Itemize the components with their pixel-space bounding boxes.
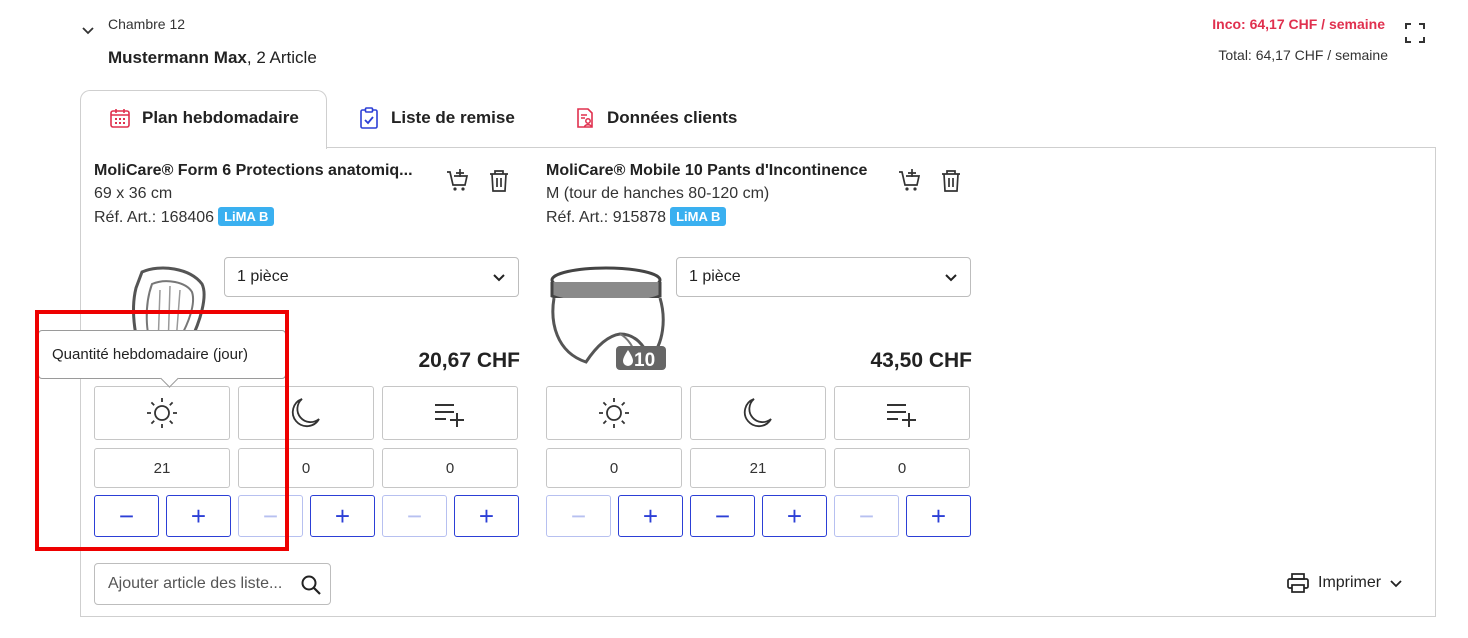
product-name: MoliCare® Form 6 Protections anatomiq... xyxy=(94,162,413,179)
minus-icon: − xyxy=(118,500,135,531)
tab-donnees-clients[interactable]: Données clients xyxy=(573,106,737,130)
search-placeholder: Ajouter article des liste... xyxy=(108,575,283,592)
product-price: 43,50 CHF xyxy=(870,349,972,372)
extra-increment-button[interactable]: + xyxy=(906,495,971,537)
day-quantity-value[interactable]: 21 xyxy=(94,448,230,488)
print-label: Imprimer xyxy=(1318,574,1382,591)
article-count: , 2 Article xyxy=(246,48,317,67)
extra-quantity-button[interactable] xyxy=(834,386,970,440)
tooltip: Quantité hebdomadaire (jour) xyxy=(38,330,286,379)
ref-text: Réf. Art.: 915878 xyxy=(546,209,667,226)
tab-liste-de-remise[interactable]: Liste de remise xyxy=(357,106,515,130)
fullscreen-icon[interactable] xyxy=(1404,22,1426,44)
day-quantity-value[interactable]: 0 xyxy=(546,448,682,488)
calendar-icon xyxy=(110,109,130,128)
extra-increment-button[interactable]: + xyxy=(454,495,519,537)
day-decrement-button[interactable]: − xyxy=(94,495,159,537)
night-decrement-button[interactable]: − xyxy=(238,495,303,537)
day-increment-button[interactable]: + xyxy=(166,495,231,537)
lima-badge: LiMA B xyxy=(670,207,727,226)
patient-name: Mustermann Max xyxy=(108,48,247,67)
client-data-icon xyxy=(577,108,593,128)
night-quantity-button[interactable] xyxy=(690,386,826,440)
plus-icon: + xyxy=(786,500,803,531)
plus-icon: + xyxy=(334,500,351,531)
list-add-icon xyxy=(435,404,464,427)
day-quantity-button[interactable] xyxy=(94,386,230,440)
day-quantity-button[interactable] xyxy=(546,386,682,440)
add-to-cart-icon[interactable] xyxy=(445,168,471,194)
extra-quantity-button[interactable] xyxy=(382,386,518,440)
night-decrement-button[interactable]: − xyxy=(690,495,755,537)
clipboard-check-icon xyxy=(360,107,378,129)
tab-plan-hebdomadaire[interactable]: Plan hebdomadaire xyxy=(108,106,299,130)
content-panel xyxy=(80,147,1436,617)
night-quantity-value[interactable]: 21 xyxy=(690,448,826,488)
chevron-down-icon xyxy=(1390,580,1402,588)
moon-icon xyxy=(291,398,320,428)
minus-icon: − xyxy=(714,500,731,531)
minus-icon: − xyxy=(858,500,875,531)
extra-quantity-value[interactable]: 0 xyxy=(834,448,970,488)
chevron-down-icon[interactable] xyxy=(80,22,96,38)
print-button[interactable]: Imprimer xyxy=(1286,572,1403,594)
product-name: MoliCare® Mobile 10 Pants d'Incontinence xyxy=(546,162,868,179)
printer-icon xyxy=(1287,573,1309,593)
sun-icon xyxy=(147,398,177,428)
trash-icon[interactable] xyxy=(938,168,964,194)
extra-decrement-button[interactable]: − xyxy=(382,495,447,537)
minus-icon: − xyxy=(406,500,423,531)
list-add-icon xyxy=(887,404,916,427)
plus-icon: + xyxy=(190,500,207,531)
day-decrement-button[interactable]: − xyxy=(546,495,611,537)
product-size: 69 x 36 cm xyxy=(94,185,173,202)
tab-label: Plan hebdomadaire xyxy=(142,108,299,127)
tab-label: Données clients xyxy=(607,108,738,127)
chevron-down-icon xyxy=(493,274,505,282)
day-increment-button[interactable]: + xyxy=(618,495,683,537)
drop-level-label: 10 xyxy=(634,350,656,371)
plus-icon: + xyxy=(642,500,659,531)
inco-cost: Inco: 64,17 CHF / semaine xyxy=(1212,16,1385,32)
product-ref: Réf. Art.: 915878 LiMA B xyxy=(546,207,727,227)
add-to-cart-icon[interactable] xyxy=(897,168,923,194)
minus-icon: − xyxy=(570,500,587,531)
trash-icon[interactable] xyxy=(486,168,512,194)
minus-icon: − xyxy=(262,500,279,531)
product-size: M (tour de hanches 80-120 cm) xyxy=(546,185,770,202)
night-increment-button[interactable]: + xyxy=(762,495,827,537)
product-ref: Réf. Art.: 168406 LiMA B xyxy=(94,207,275,227)
night-increment-button[interactable]: + xyxy=(310,495,375,537)
room-label: Chambre 12 xyxy=(108,16,186,32)
unit-value: 1 pièce xyxy=(237,268,289,285)
product-price: 20,67 CHF xyxy=(418,349,520,372)
patient-summary: Mustermann Max, 2 Article xyxy=(108,48,317,68)
plus-icon: + xyxy=(930,500,947,531)
sun-icon xyxy=(599,398,629,428)
tab-label: Liste de remise xyxy=(391,108,515,127)
total-cost: Total: 64,17 CHF / semaine xyxy=(1218,47,1388,63)
lima-badge: LiMA B xyxy=(218,207,275,226)
extra-decrement-button[interactable]: − xyxy=(834,495,899,537)
unit-value: 1 pièce xyxy=(689,268,741,285)
chevron-down-icon xyxy=(945,274,957,282)
search-input[interactable]: Ajouter article des liste... xyxy=(94,563,331,605)
plus-icon: + xyxy=(478,500,495,531)
search-icon[interactable] xyxy=(300,574,322,596)
moon-icon xyxy=(743,398,772,428)
night-quantity-value[interactable]: 0 xyxy=(238,448,374,488)
ref-text: Réf. Art.: 168406 xyxy=(94,209,215,226)
night-quantity-button[interactable] xyxy=(238,386,374,440)
extra-quantity-value[interactable]: 0 xyxy=(382,448,518,488)
unit-select[interactable]: 1 pièce xyxy=(224,257,519,297)
unit-select[interactable]: 1 pièce xyxy=(676,257,971,297)
